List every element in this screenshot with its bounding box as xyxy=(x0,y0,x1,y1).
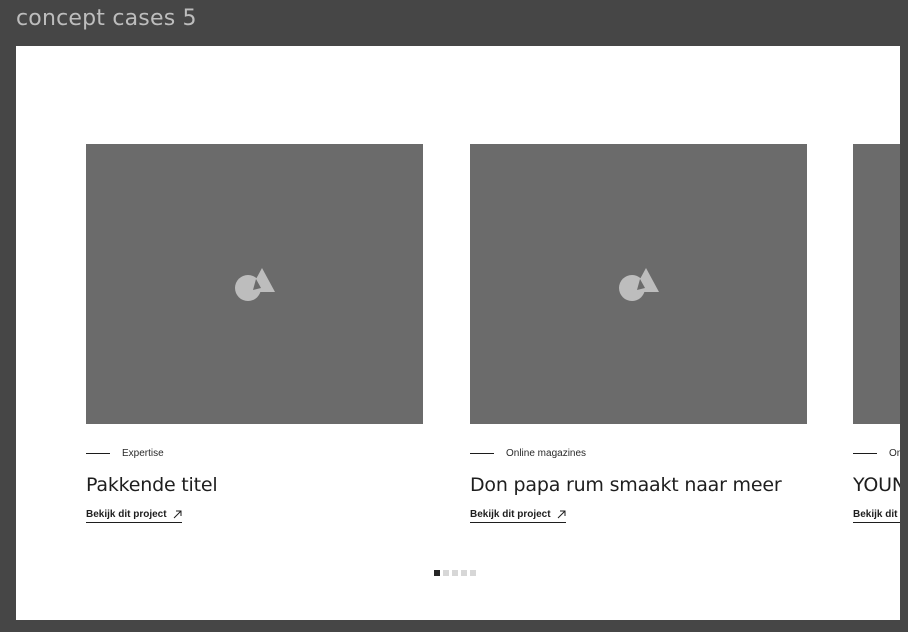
case-card[interactable]: Online magazines Don papa rum smaakt naa… xyxy=(470,144,807,523)
case-title: Pakkende titel xyxy=(86,474,218,496)
view-project-label: Bekijk dit project xyxy=(86,509,167,520)
case-thumbnail[interactable] xyxy=(853,144,900,424)
case-category: Expertise xyxy=(122,447,164,459)
image-placeholder-icon xyxy=(235,268,275,301)
case-thumbnail[interactable] xyxy=(470,144,807,424)
pagination-dot[interactable] xyxy=(434,570,440,576)
category-rule xyxy=(470,452,494,454)
case-thumbnail[interactable] xyxy=(86,144,423,424)
case-title: Don papa rum smaakt naar meer xyxy=(470,474,782,496)
case-card[interactable]: Expertise Pakkende titel Bekijk dit proj… xyxy=(86,144,423,523)
case-category: Online magazines xyxy=(889,447,900,459)
pagination-dot[interactable] xyxy=(452,570,458,576)
image-placeholder-icon xyxy=(619,268,659,301)
case-meta: Online magazines xyxy=(470,446,807,460)
frame-title: concept cases 5 xyxy=(16,6,197,31)
case-meta: Expertise xyxy=(86,446,423,460)
view-project-label: Bekijk dit project xyxy=(853,509,900,520)
case-category: Online magazines xyxy=(506,447,587,459)
view-project-link[interactable]: Bekijk dit project xyxy=(853,509,900,523)
category-rule xyxy=(86,452,110,454)
pagination-dot[interactable] xyxy=(461,570,467,576)
canvas: Expertise Pakkende titel Bekijk dit proj… xyxy=(16,46,900,620)
carousel-pagination xyxy=(434,570,476,576)
view-project-label: Bekijk dit project xyxy=(470,509,551,520)
pagination-dot[interactable] xyxy=(443,570,449,576)
arrow-up-right-icon xyxy=(557,510,566,519)
case-card[interactable]: Online magazines YOUNG online Bekijk dit… xyxy=(853,144,900,523)
arrow-up-right-icon xyxy=(173,510,182,519)
view-project-link[interactable]: Bekijk dit project xyxy=(470,509,566,523)
pagination-dot[interactable] xyxy=(470,570,476,576)
category-rule xyxy=(853,452,877,454)
case-meta: Online magazines xyxy=(853,446,900,460)
view-project-link[interactable]: Bekijk dit project xyxy=(86,509,182,523)
case-title: YOUNG online xyxy=(853,474,900,496)
